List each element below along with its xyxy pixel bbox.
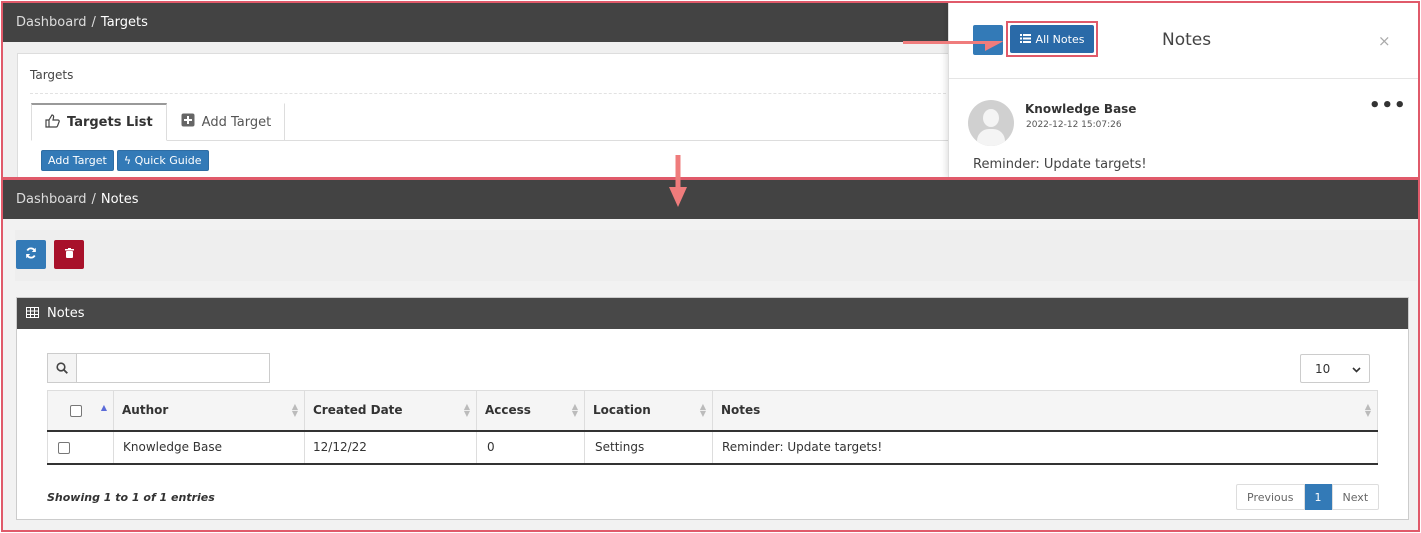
table-row[interactable]: Knowledge Base 12/12/22 0 Settings Remin… bbox=[47, 430, 1378, 465]
sort-icon: ▲ ▼ bbox=[463, 402, 470, 418]
cell-author: Knowledge Base bbox=[113, 430, 305, 465]
cell-location: Settings bbox=[584, 430, 713, 465]
breadcrumb: Dashboard / Notes bbox=[3, 180, 1418, 219]
all-notes-highlight: All Notes bbox=[1006, 21, 1098, 57]
list-icon bbox=[1019, 33, 1031, 46]
quick-guide-label: Quick Guide bbox=[134, 154, 202, 167]
page-length-value: 10 bbox=[1315, 361, 1331, 376]
search-input[interactable] bbox=[77, 353, 270, 383]
note-author: Knowledge Base bbox=[1025, 102, 1137, 116]
tab-label: Add Target bbox=[201, 114, 272, 130]
panel-title: Notes bbox=[1162, 30, 1212, 50]
divider bbox=[30, 93, 956, 94]
arrow-right-icon bbox=[903, 41, 1003, 51]
thumbs-up-icon bbox=[45, 113, 60, 132]
column-header-author[interactable]: Author ▲ ▼ bbox=[113, 390, 305, 432]
quick-guide-button[interactable]: ϟ Quick Guide bbox=[116, 150, 209, 171]
breadcrumb-home[interactable]: Dashboard bbox=[16, 15, 87, 30]
breadcrumb-separator: / bbox=[91, 192, 96, 207]
breadcrumb-current: Notes bbox=[100, 192, 139, 207]
note-menu-icon[interactable]: ••• bbox=[1369, 95, 1407, 116]
sort-asc-icon: ▲ bbox=[100, 403, 107, 412]
table-header-row: ▲ Author ▲ ▼ Created Date ▲ ▼ Access ▲ ▼ Locat… bbox=[47, 390, 1378, 432]
pagination: Previous 1 Next bbox=[1236, 484, 1380, 510]
arrow-down-icon bbox=[669, 155, 687, 207]
divider bbox=[949, 78, 1418, 79]
breadcrumb-separator: / bbox=[91, 15, 96, 30]
table-search bbox=[47, 353, 270, 383]
notes-box: Notes 10 ▲ Author ▲ ▼ Created Date ▲ ▼ A… bbox=[16, 297, 1409, 520]
user-avatar-icon bbox=[968, 100, 1014, 146]
sort-icon: ▲ ▼ bbox=[291, 402, 298, 418]
tab-label: Targets List bbox=[67, 115, 153, 130]
all-notes-button[interactable]: All Notes bbox=[1010, 25, 1094, 53]
breadcrumb-current: Targets bbox=[100, 15, 148, 30]
note-date: 2022-12-12 15:07:26 bbox=[1026, 120, 1122, 130]
sort-icon: ▲ ▼ bbox=[1364, 402, 1371, 418]
targets-card: Targets Targets List Add Target Add Targ… bbox=[17, 53, 957, 178]
tab-targets-list[interactable]: Targets List bbox=[31, 103, 167, 141]
row-checkbox[interactable] bbox=[58, 441, 70, 454]
targets-screen: Dashboard / Targets Targets Targets List… bbox=[3, 3, 1418, 178]
refresh-icon bbox=[25, 247, 37, 263]
column-header-access[interactable]: Access ▲ ▼ bbox=[476, 390, 585, 432]
page-length-select[interactable]: 10 bbox=[1300, 354, 1370, 383]
refresh-button[interactable] bbox=[16, 240, 46, 269]
notes-table: ▲ Author ▲ ▼ Created Date ▲ ▼ Access ▲ ▼ Locat… bbox=[47, 390, 1378, 465]
add-target-button[interactable]: Add Target bbox=[41, 150, 114, 171]
box-title: Notes bbox=[47, 306, 85, 321]
cell-notes: Reminder: Update targets! bbox=[712, 430, 1378, 465]
bolt-icon: ϟ bbox=[123, 154, 132, 167]
sort-icon: ▲ ▼ bbox=[699, 402, 706, 418]
tab-add-target[interactable]: Add Target bbox=[167, 103, 286, 141]
table-icon bbox=[26, 306, 39, 321]
select-all-header[interactable]: ▲ bbox=[47, 390, 114, 432]
notes-panel: All Notes Notes × Knowledge Base 2022-12… bbox=[948, 3, 1418, 178]
previous-page-button[interactable]: Previous bbox=[1236, 484, 1305, 510]
select-all-checkbox[interactable] bbox=[70, 404, 82, 417]
card-title: Targets bbox=[30, 68, 74, 82]
row-select-cell bbox=[47, 430, 114, 465]
breadcrumb-home[interactable]: Dashboard bbox=[16, 192, 87, 207]
sort-icon: ▲ ▼ bbox=[571, 402, 578, 418]
notes-screen: Dashboard / Notes Notes 10 ▲ Author ▲ ▼ … bbox=[3, 180, 1418, 530]
target-buttons: Add Target ϟ Quick Guide bbox=[41, 150, 209, 171]
delete-button[interactable] bbox=[54, 240, 84, 269]
close-icon[interactable]: × bbox=[1378, 32, 1391, 50]
column-header-created-date[interactable]: Created Date ▲ ▼ bbox=[304, 390, 477, 432]
action-bar bbox=[15, 230, 1417, 281]
trash-icon bbox=[64, 248, 74, 261]
column-header-location[interactable]: Location ▲ ▼ bbox=[584, 390, 713, 432]
plus-square-icon bbox=[181, 113, 195, 131]
search-icon bbox=[47, 353, 77, 383]
cell-access: 0 bbox=[476, 430, 585, 465]
tab-bar: Targets List Add Target bbox=[31, 103, 956, 141]
table-info: Showing 1 to 1 of 1 entries bbox=[47, 491, 215, 504]
note-text: Reminder: Update targets! bbox=[973, 157, 1147, 172]
page-1-button[interactable]: 1 bbox=[1304, 484, 1332, 510]
box-header: Notes bbox=[17, 298, 1408, 329]
chevron-down-icon bbox=[1352, 362, 1361, 376]
all-notes-label: All Notes bbox=[1035, 32, 1085, 46]
next-page-button[interactable]: Next bbox=[1331, 484, 1380, 510]
cell-created-date: 12/12/22 bbox=[304, 430, 477, 465]
column-header-notes[interactable]: Notes ▲ ▼ bbox=[712, 390, 1378, 432]
